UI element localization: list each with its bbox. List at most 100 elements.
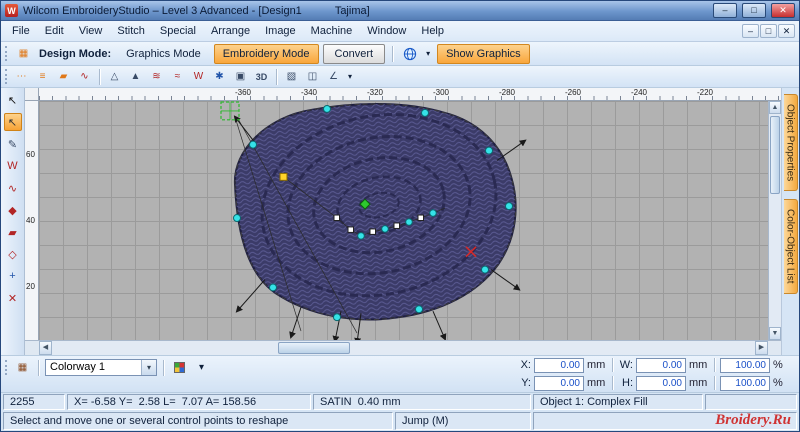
horizontal-scrollbar[interactable]: ◀ ▶: [25, 340, 781, 355]
status-hint: Select and move one or several control p…: [3, 412, 393, 430]
convert-button[interactable]: Convert: [322, 43, 386, 64]
menu-file[interactable]: File: [5, 23, 37, 39]
maximize-button[interactable]: □: [742, 3, 766, 18]
3d-warp-icon[interactable]: 3D: [252, 68, 271, 85]
select-tool[interactable]: ↖: [4, 91, 22, 109]
watermark-text: Broidery.Ru: [715, 412, 791, 428]
menu-edit[interactable]: Edit: [38, 23, 71, 39]
embroidery-mode-button[interactable]: Embroidery Mode: [213, 43, 319, 64]
underlay-icon[interactable]: ▧: [282, 68, 301, 85]
menu-arrange[interactable]: Arrange: [204, 23, 257, 39]
menu-stitch[interactable]: Stitch: [110, 23, 152, 39]
fill-contour-icon[interactable]: ≈: [168, 68, 187, 85]
menu-view[interactable]: View: [72, 23, 110, 39]
scale-x-field[interactable]: [720, 357, 770, 373]
measure-tool[interactable]: ✕: [4, 289, 22, 307]
edit-object-tool[interactable]: ✎: [4, 135, 22, 153]
outline-run-icon[interactable]: ⋯: [12, 68, 31, 85]
ruler-corner: [25, 88, 39, 101]
outline-satin-icon[interactable]: ▰: [54, 68, 73, 85]
w-label: W:: [619, 359, 633, 371]
x-unit: mm: [587, 359, 606, 371]
effects-icon[interactable]: ▣: [231, 68, 250, 85]
fill-fusion-icon[interactable]: W: [189, 68, 208, 85]
x-field[interactable]: [534, 357, 584, 373]
menu-machine[interactable]: Machine: [304, 23, 360, 39]
transform-panel: X: mm W: mm % Y: mm H: mm: [516, 356, 799, 392]
horizontal-scroll-track[interactable]: [52, 341, 755, 355]
vertical-scroll-track[interactable]: [769, 114, 781, 327]
horizontal-scroll-thumb[interactable]: [278, 342, 350, 354]
y-label: Y:: [521, 377, 531, 389]
mode-toolbar: ▦ Design Mode: Graphics Mode Embroidery …: [1, 42, 799, 66]
scroll-right-icon[interactable]: ▶: [755, 341, 768, 355]
palette-dropdown-icon[interactable]: ▾: [192, 359, 211, 376]
complex-fill-tool[interactable]: ◆: [4, 201, 22, 219]
w-field[interactable]: [636, 357, 686, 373]
minimize-button[interactable]: –: [713, 3, 737, 18]
chevron-down-icon[interactable]: ▾: [141, 360, 156, 375]
colorway-combobox[interactable]: Colorway 1 ▾: [45, 359, 157, 376]
h-unit: mm: [689, 377, 708, 389]
scale-x-percent: %: [773, 359, 783, 371]
fill-satin-icon[interactable]: △: [105, 68, 124, 85]
stitch-object[interactable]: [233, 101, 517, 321]
outline-motif-icon[interactable]: ∿: [75, 68, 94, 85]
lettering-tool[interactable]: W: [4, 157, 22, 175]
menu-help[interactable]: Help: [414, 23, 451, 39]
scale-y-field[interactable]: [720, 375, 770, 391]
design-mode-label: Design Mode:: [39, 47, 112, 60]
y-field[interactable]: [534, 375, 584, 391]
doc-close-button[interactable]: ✕: [778, 24, 795, 38]
fill-motif-icon[interactable]: ≋: [147, 68, 166, 85]
h-field[interactable]: [636, 375, 686, 391]
globe-dropdown-icon[interactable]: ▾: [423, 45, 433, 62]
ruler-label: -260: [564, 88, 582, 97]
color-palette-icon[interactable]: [170, 359, 189, 376]
toolbar-grip[interactable]: [5, 46, 8, 61]
doc-restore-button[interactable]: □: [760, 24, 777, 38]
outline-design-tool[interactable]: ◇: [4, 245, 22, 263]
ruler-label: 20: [26, 282, 35, 291]
toolbar-grip[interactable]: [5, 360, 8, 375]
pointer-position: X= -6.58 Y= 2.58 L= 7.07 A= 158.56: [67, 394, 311, 410]
menu-image[interactable]: Image: [258, 23, 303, 39]
globe-icon[interactable]: [400, 45, 419, 62]
penetration-tool[interactable]: +: [4, 267, 22, 285]
stitch-count: 2255: [3, 394, 65, 410]
tab-color-object-list[interactable]: Color-Object List: [783, 199, 798, 294]
design-canvas-svg[interactable]: [39, 101, 768, 340]
start-marker[interactable]: [220, 101, 240, 121]
control-point-yellow[interactable]: [279, 172, 288, 181]
w-unit: mm: [689, 359, 708, 371]
ruler-label: -320: [366, 88, 384, 97]
tab-object-properties[interactable]: Object Properties: [783, 94, 798, 192]
doc-minimize-button[interactable]: –: [742, 24, 759, 38]
scroll-left-icon[interactable]: ◀: [39, 341, 52, 355]
vertical-scroll-thumb[interactable]: [770, 116, 780, 194]
run-digitize-tool[interactable]: ∿: [4, 179, 22, 197]
stitch-angle-icon[interactable]: ∠: [324, 68, 343, 85]
graphics-mode-button[interactable]: Graphics Mode: [117, 44, 210, 64]
colorway-docker-icon[interactable]: ▦: [13, 359, 32, 376]
h-label: H:: [622, 377, 633, 389]
outline-triple-icon[interactable]: ≡: [33, 68, 52, 85]
toolbar-grip[interactable]: [5, 69, 8, 84]
design-canvas[interactable]: [39, 101, 768, 340]
show-graphics-button[interactable]: Show Graphics: [437, 43, 530, 64]
fill-tatami-icon[interactable]: ▲: [126, 68, 145, 85]
docker-tabs: Object Properties Color-Object List: [781, 88, 799, 355]
star-fill-icon[interactable]: ✱: [210, 68, 229, 85]
pull-compensation-icon[interactable]: ◫: [303, 68, 322, 85]
more-dropdown-icon[interactable]: ▾: [345, 68, 355, 85]
ruler-label: 40: [26, 216, 35, 225]
applique-tool[interactable]: ▰: [4, 223, 22, 241]
menu-window[interactable]: Window: [360, 23, 413, 39]
close-button[interactable]: ✕: [771, 3, 795, 18]
ruler-label: 60: [26, 150, 35, 159]
scroll-up-icon[interactable]: ▲: [769, 101, 781, 114]
scroll-down-icon[interactable]: ▼: [769, 327, 781, 340]
menu-special[interactable]: Special: [153, 23, 203, 39]
reshape-tool[interactable]: ↖: [3, 113, 22, 131]
vertical-scrollbar[interactable]: ▲ ▼: [768, 101, 781, 340]
